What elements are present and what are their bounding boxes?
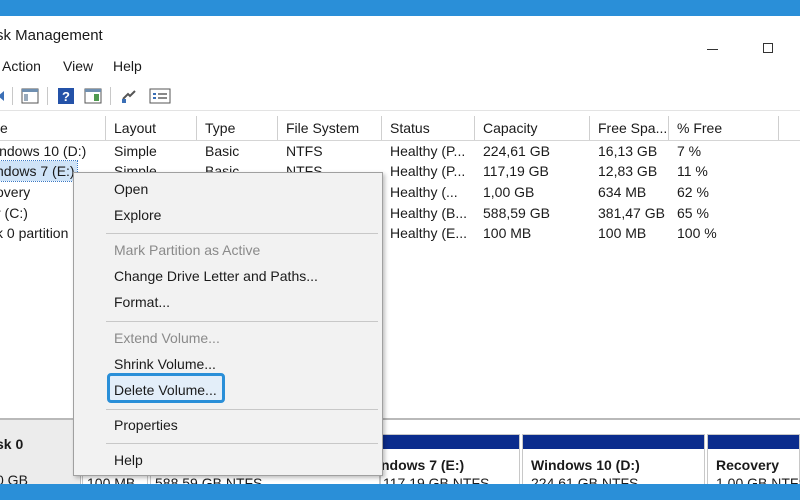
volume-free-space: 100 MB [598, 225, 647, 241]
column-header-volume[interactable]: e [0, 116, 106, 140]
volume-free-space: 634 MB [598, 184, 647, 200]
partition-name: Recovery [716, 457, 780, 473]
menu-item-extend-volume: Extend Volume... [114, 330, 220, 346]
table-row[interactable]: indows 10 (D:) Simple Basic NTFS Healthy… [0, 141, 800, 161]
column-header-free-space[interactable]: Free Spa... [590, 116, 669, 140]
svg-text:?: ? [62, 89, 70, 104]
menu-item-change-drive-letter[interactable]: Change Drive Letter and Paths... [114, 268, 318, 284]
volume-filesystem: NTFS [286, 143, 323, 159]
volume-percent-free: 100 % [677, 225, 717, 241]
menu-item-help[interactable]: Help [114, 452, 143, 468]
volume-name: indows 10 (D:) [0, 143, 87, 159]
console-tree-icon[interactable] [21, 87, 39, 105]
menu-action[interactable]: Action [2, 58, 41, 74]
maximize-icon[interactable] [763, 43, 773, 53]
column-header-status[interactable]: Status [382, 116, 475, 140]
menu-item-mark-partition-active: Mark Partition as Active [114, 242, 261, 258]
column-header-type[interactable]: Type [197, 116, 278, 140]
column-header-row: e Layout Type File System Status Capacit… [0, 116, 800, 141]
menu-item-delete-volume[interactable]: Delete Volume... [114, 382, 217, 398]
frame-bottom [0, 484, 800, 500]
context-menu: Open Explore Mark Partition as Active Ch… [73, 172, 383, 476]
volume-name: overy [0, 184, 31, 200]
back-icon[interactable] [0, 87, 10, 105]
volume-capacity: 1,00 GB [483, 184, 535, 200]
minimize-icon[interactable] [707, 49, 718, 50]
menu-separator [106, 409, 378, 410]
volume-capacity: 224,61 GB [483, 143, 550, 159]
partition-block[interactable]: ndows 7 (E:) 117,19 GB NTFS [380, 434, 520, 491]
volume-status: Healthy (P... [390, 163, 466, 179]
partition-bar [523, 435, 704, 449]
volume-capacity: 588,59 GB [483, 205, 550, 221]
menu-item-shrink-volume[interactable]: Shrink Volume... [114, 356, 216, 372]
volume-percent-free: 7 % [677, 143, 702, 159]
volume-capacity: 100 MB [483, 225, 532, 241]
volume-free-space: 381,47 GB [598, 205, 665, 221]
column-header-layout[interactable]: Layout [106, 116, 197, 140]
volume-type: Basic [205, 143, 240, 159]
menu-separator [106, 321, 378, 322]
partition-bar [381, 435, 519, 449]
volume-status: Healthy (E... [390, 225, 468, 241]
volume-percent-free: 11 % [677, 163, 708, 179]
volume-status: Healthy (... [390, 184, 458, 200]
volume-capacity: 117,19 GB [483, 163, 549, 179]
volume-percent-free: 62 % [677, 184, 709, 200]
disk-label[interactable]: sk 0 0 GB [0, 420, 81, 488]
partition-block[interactable]: Windows 10 (D:) 224,61 GB NTFS [522, 434, 705, 491]
column-header-capacity[interactable]: Capacity [475, 116, 590, 140]
menu-separator [106, 443, 378, 444]
menu-item-open[interactable]: Open [114, 181, 148, 197]
volume-name: r (C:) [0, 205, 28, 221]
help-icon[interactable]: ? [57, 87, 75, 105]
menu-help[interactable]: Help [113, 58, 142, 74]
menu-item-explore[interactable]: Explore [114, 207, 161, 223]
volume-layout: Simple [114, 143, 157, 159]
menu-bar: Action View Help [0, 54, 800, 80]
partition-block[interactable]: Recovery 1,00 GB NTFS [707, 434, 800, 491]
disk-name: sk 0 [0, 436, 24, 452]
column-header-percent-free[interactable]: % Free [669, 116, 779, 140]
window-title: sk Management [0, 27, 103, 44]
column-header-filesystem[interactable]: File System [278, 116, 382, 140]
menu-separator [106, 233, 378, 234]
volume-percent-free: 65 % [677, 205, 709, 221]
connect-icon[interactable] [120, 87, 138, 105]
volume-name: ndows 7 (E:) [0, 160, 78, 182]
menu-item-format[interactable]: Format... [114, 294, 170, 310]
action-pane-icon[interactable] [84, 87, 102, 105]
title-bar: sk Management [0, 16, 800, 54]
menu-item-properties[interactable]: Properties [114, 417, 178, 433]
volume-status: Healthy (P... [390, 143, 466, 159]
frame-top [0, 0, 800, 16]
volume-name: k 0 partition [0, 225, 69, 241]
toolbar: ? [0, 82, 800, 111]
volume-status: Healthy (B... [390, 205, 468, 221]
volume-free-space: 16,13 GB [598, 143, 658, 159]
partition-name: ndows 7 (E:) [381, 457, 465, 473]
properties-icon[interactable] [149, 87, 171, 105]
menu-view[interactable]: View [63, 58, 93, 74]
volume-free-space: 12,83 GB [598, 163, 658, 179]
partition-name: Windows 10 (D:) [531, 457, 640, 473]
partition-bar [708, 435, 799, 449]
